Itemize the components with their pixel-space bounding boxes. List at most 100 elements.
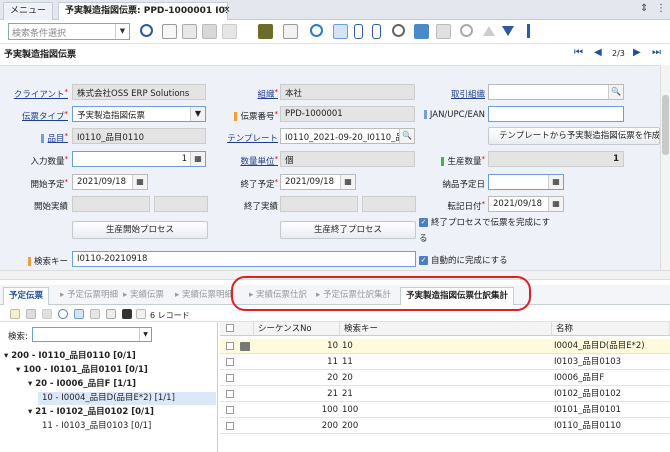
end-actual-time-field[interactable] — [362, 196, 416, 212]
tab-document[interactable]: 予実製造指図伝票: PPD-1000001 I011... — [58, 2, 228, 20]
gear-icon[interactable] — [58, 309, 68, 319]
grid-icon[interactable] — [74, 309, 84, 319]
kebab-menu-icon[interactable]: ⋮ — [656, 3, 666, 14]
col-header-seq[interactable]: シーケンスNo — [254, 322, 340, 336]
search-query-select[interactable]: 検索条件選択 ▼ — [8, 23, 130, 40]
uom-field[interactable]: 個 — [280, 151, 415, 167]
client-field[interactable]: 株式会社OSS ERP Solutions — [72, 84, 206, 100]
table-row[interactable]: 20 20 I0006_品目F — [220, 371, 670, 386]
org-field[interactable]: 本社 — [280, 84, 415, 100]
zoom-icon[interactable] — [392, 24, 405, 37]
subtab-actual-lines[interactable]: ▸ 実績伝票明細 — [170, 287, 238, 305]
first-record-icon[interactable]: ⏮ — [574, 47, 583, 58]
delete-icon[interactable] — [42, 309, 52, 319]
row-checkbox[interactable] — [226, 342, 234, 350]
form-scrollbar[interactable] — [660, 65, 670, 270]
search-icon[interactable]: 🔍 — [399, 129, 414, 143]
prodqty-field[interactable]: 1 — [488, 151, 624, 167]
production-start-button[interactable]: 生産開始プロセス — [72, 221, 208, 239]
tree-node[interactable]: ▾ 21 - I0102_品目0102 [0/1] — [28, 406, 154, 419]
end-plan-field[interactable]: 2021/09/18 ▦ — [280, 174, 356, 190]
posting-field[interactable]: 2021/09/18 ▦ — [488, 196, 564, 212]
org-label[interactable]: 組織* — [210, 88, 278, 100]
scrollbar-thumb[interactable] — [662, 95, 669, 155]
chevron-down-icon[interactable]: ▼ — [115, 24, 129, 39]
calculator-icon[interactable]: ▦ — [190, 152, 205, 166]
table-row[interactable]: 10 10 I0004_品目D(品目E*2) — [220, 339, 670, 354]
start-plan-field[interactable]: 2021/09/18 ▦ — [72, 174, 148, 190]
auto-complete-checkbox[interactable]: ✓ 自動的に完成にする — [419, 254, 508, 266]
search-key-field[interactable]: I0110-20210918 — [72, 251, 416, 267]
chevron-down-icon[interactable]: ▼ — [190, 107, 205, 121]
print-icon[interactable] — [258, 24, 273, 39]
doctype-select[interactable]: 予実製造指図伝票 ▼ — [72, 106, 206, 122]
start-actual-time-field[interactable] — [154, 196, 208, 212]
delete-icon[interactable] — [222, 24, 237, 39]
row-checkbox[interactable] — [226, 374, 234, 382]
select-all-header[interactable] — [220, 322, 254, 336]
tree-node-selected[interactable]: 10 - I0004_品目D(品目E*2) [1/1] — [38, 392, 216, 405]
row-checkbox[interactable] — [226, 358, 234, 366]
create-from-template-button[interactable]: テンプレートから予実製造指図伝票を作成 — [488, 127, 660, 145]
expand-icon[interactable] — [136, 309, 146, 319]
more-actions-icon[interactable] — [527, 24, 530, 38]
production-end-button[interactable]: 生産終了プロセス — [280, 221, 416, 239]
grid-toggle-icon[interactable] — [333, 24, 348, 39]
row-checkbox[interactable] — [226, 406, 234, 414]
gear-icon[interactable] — [460, 24, 473, 37]
new-record-icon[interactable] — [162, 24, 177, 39]
chat-attachment-icon[interactable] — [372, 24, 381, 39]
col-header-key[interactable]: 検索キー — [340, 322, 552, 336]
chevron-down-icon[interactable]: ▼ — [139, 328, 151, 341]
next-record-icon[interactable]: ▶ — [633, 47, 641, 58]
calendar-icon[interactable]: ▦ — [548, 197, 563, 211]
search-icon[interactable]: 🔍 — [608, 85, 623, 99]
calendar-icon[interactable]: ▦ — [548, 175, 563, 189]
checkbox-icon[interactable] — [226, 324, 234, 332]
trade-org-field[interactable]: 🔍 — [488, 84, 624, 100]
save-icon[interactable] — [202, 24, 217, 39]
row-checkbox[interactable] — [226, 390, 234, 398]
maximize-icon[interactable]: ⇕ — [640, 3, 648, 14]
close-tab-button[interactable]: × — [220, 2, 236, 20]
uom-label[interactable]: 数量単位* — [210, 155, 278, 167]
tab-menu[interactable]: メニュー — [3, 2, 54, 20]
row-checkbox[interactable] — [226, 422, 234, 430]
complete-on-end-checkbox[interactable]: ✓ 終了プロセスで伝票を完成にす — [419, 216, 550, 228]
subtab-plan-doc[interactable]: 予定伝票 — [3, 287, 50, 305]
new-icon[interactable] — [10, 309, 20, 319]
refresh-icon[interactable] — [310, 24, 323, 37]
tree-search-input[interactable]: ▼ — [32, 327, 152, 342]
qty-field[interactable]: 1 ▦ — [72, 151, 206, 167]
client-label[interactable]: クライアント* — [0, 88, 68, 100]
report-icon[interactable] — [283, 24, 298, 39]
copy-icon[interactable] — [90, 309, 100, 319]
trade-org-label[interactable]: 取引組織 — [415, 88, 485, 100]
save-icon[interactable] — [26, 309, 36, 319]
tree-node[interactable]: ▾ 20 - I0006_品目F [1/1] — [28, 378, 136, 391]
subtab-plan-lines[interactable]: ▸ 予定伝票明細 — [55, 287, 123, 305]
table-row[interactable]: 100 100 I0101_品目0101 — [220, 403, 670, 418]
table-row[interactable]: 21 21 I0102_品目0102 — [220, 387, 670, 402]
template-field[interactable]: I0110_2021-09-20_I0110_品目 🔍 — [280, 128, 415, 144]
table-row[interactable]: 11 11 I0103_品目0103 — [220, 355, 670, 370]
history-icon[interactable] — [414, 24, 429, 39]
template-label[interactable]: テンプレート — [210, 132, 278, 144]
form-view-icon[interactable] — [106, 309, 116, 319]
start-actual-date-field[interactable] — [72, 196, 150, 212]
copy-icon[interactable] — [182, 24, 197, 39]
product-field[interactable]: I0110_品目0110 — [72, 128, 206, 144]
arrow-down-icon[interactable] — [502, 26, 514, 36]
calendar-icon[interactable]: ▦ — [340, 175, 355, 189]
search-icon[interactable] — [140, 24, 153, 37]
edit-row-icon[interactable] — [240, 342, 250, 351]
product-label[interactable]: 品目* — [0, 132, 68, 144]
table-row[interactable]: 200 200 I0110_品目0110 — [220, 419, 670, 434]
export-icon[interactable] — [122, 309, 132, 319]
docno-field[interactable]: PPD-1000001 — [280, 106, 415, 122]
end-actual-date-field[interactable] — [280, 196, 358, 212]
last-record-icon[interactable]: ⏭ — [652, 47, 661, 58]
calendar-icon[interactable]: ▦ — [132, 175, 147, 189]
tree-node[interactable]: 11 - I0103_品目0103 [0/1] — [42, 420, 151, 433]
archive-icon[interactable] — [436, 24, 451, 39]
